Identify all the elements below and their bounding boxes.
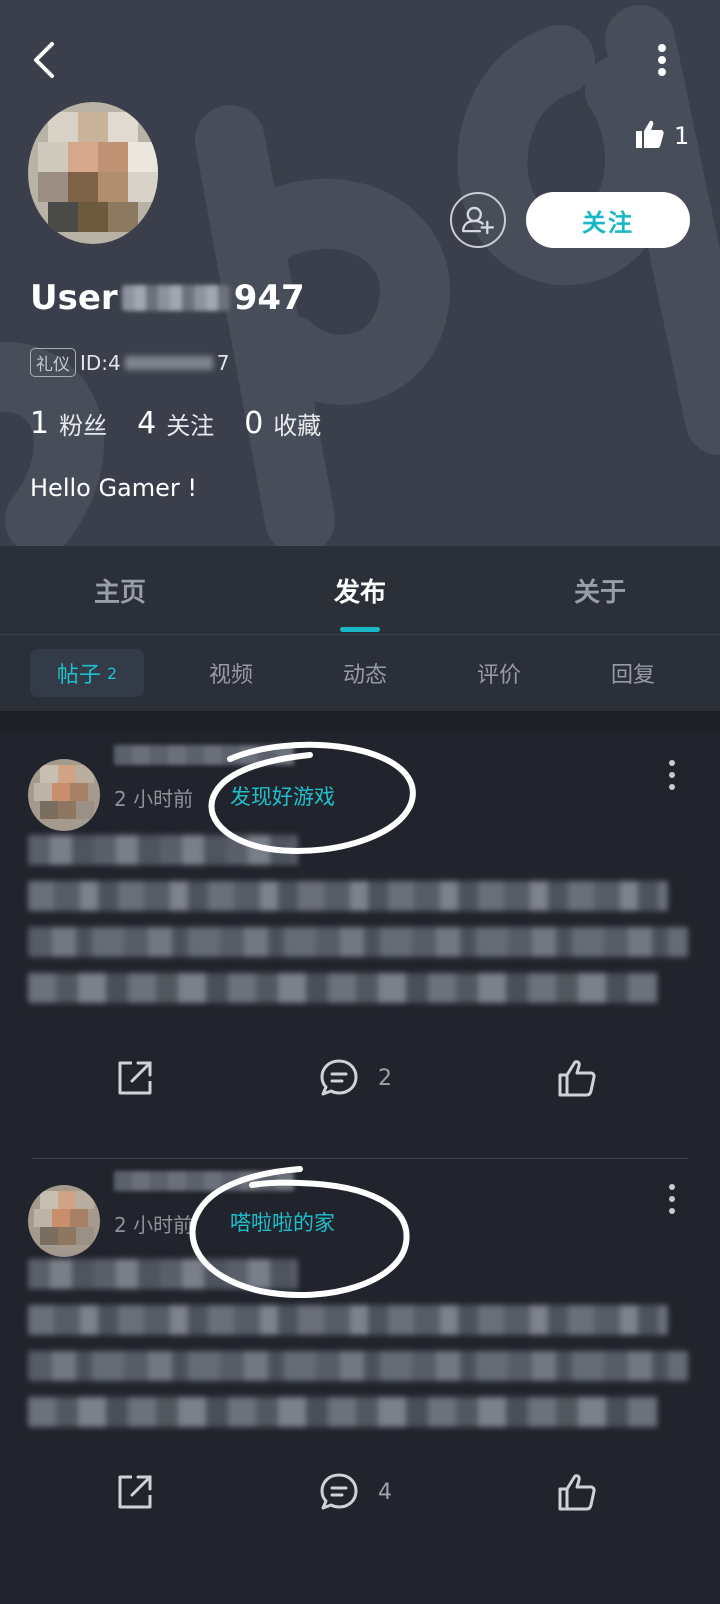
profile-avatar[interactable] bbox=[28, 102, 158, 244]
post-author-avatar[interactable] bbox=[28, 759, 100, 831]
user-id-redaction bbox=[124, 355, 213, 370]
post-card[interactable]: 2 小时前 发现好游戏 2 bbox=[0, 731, 720, 1159]
thumbs-up-icon bbox=[558, 1060, 596, 1097]
post-time: 2 小时前 bbox=[114, 787, 194, 811]
like-button[interactable] bbox=[556, 1471, 598, 1513]
post-group-link[interactable]: 发现好游戏 bbox=[230, 781, 335, 811]
subtab-replies[interactable]: 回复 bbox=[566, 649, 700, 697]
user-id-suffix: 7 bbox=[216, 350, 230, 375]
share-icon bbox=[118, 1061, 152, 1095]
watermark-logo bbox=[0, 5, 720, 546]
profile-tabs: 主页 发布 关于 bbox=[0, 546, 720, 634]
more-vertical-icon[interactable] bbox=[664, 757, 680, 793]
more-vertical-icon[interactable] bbox=[650, 40, 674, 80]
etiquette-badge[interactable]: 礼仪 bbox=[30, 348, 76, 377]
follow-button[interactable]: 关注 bbox=[526, 192, 690, 248]
share-icon bbox=[118, 1475, 152, 1509]
back-arrow-icon[interactable] bbox=[26, 38, 62, 82]
section-gap bbox=[0, 711, 720, 731]
profile-bio: Hello Gamer ! bbox=[30, 474, 198, 502]
comment-count: 2 bbox=[378, 1065, 392, 1091]
user-id-row: 礼仪 ID:4 7 bbox=[30, 348, 230, 377]
favorites-count[interactable]: 0 bbox=[244, 406, 263, 441]
more-vertical-icon[interactable] bbox=[664, 1181, 680, 1217]
share-button[interactable] bbox=[114, 1057, 156, 1099]
subtab-threads[interactable]: 帖子 2 bbox=[30, 649, 144, 697]
post-group-link[interactable]: 嗒啦啦的家 bbox=[230, 1207, 335, 1237]
tab-posts[interactable]: 发布 bbox=[240, 546, 480, 634]
comment-button[interactable]: 2 bbox=[318, 1057, 392, 1099]
like-count: 1 bbox=[674, 122, 690, 150]
username-redaction bbox=[121, 285, 230, 311]
username-prefix: User bbox=[30, 278, 118, 318]
post-author-avatar[interactable] bbox=[28, 1185, 100, 1257]
post-time: 2 小时前 bbox=[114, 1213, 194, 1237]
profile-header: 1 关注 User 947 礼仪 ID:4 7 1 粉丝 4 关注 0 收藏 H… bbox=[0, 0, 720, 546]
thumbs-up-icon bbox=[558, 1474, 596, 1511]
like-button[interactable] bbox=[556, 1057, 598, 1099]
tab-about[interactable]: 关于 bbox=[480, 546, 720, 634]
followers-label[interactable]: 粉丝 bbox=[59, 406, 107, 441]
favorites-label[interactable]: 收藏 bbox=[273, 406, 321, 441]
comment-icon bbox=[320, 1059, 358, 1096]
profile-stats: 1 粉丝 4 关注 0 收藏 bbox=[30, 406, 351, 441]
following-count[interactable]: 4 bbox=[137, 406, 156, 441]
content-subtabs: 帖子 2 视频 动态 评价 回复 bbox=[0, 635, 720, 711]
add-user-icon[interactable] bbox=[450, 192, 506, 248]
comment-count: 4 bbox=[378, 1479, 392, 1505]
subtab-threads-label: 帖子 bbox=[56, 663, 101, 688]
post-author-name-redacted[interactable] bbox=[114, 1171, 294, 1191]
comment-button[interactable]: 4 bbox=[318, 1471, 392, 1513]
post-content-redacted[interactable] bbox=[28, 1259, 688, 1443]
followers-count[interactable]: 1 bbox=[30, 406, 49, 441]
username-suffix: 947 bbox=[233, 278, 305, 318]
following-label[interactable]: 关注 bbox=[166, 406, 214, 441]
post-content-redacted[interactable] bbox=[28, 835, 688, 1019]
subtab-videos[interactable]: 视频 bbox=[164, 649, 298, 697]
post-card[interactable]: 2 小时前 嗒啦啦的家 4 bbox=[0, 1159, 720, 1604]
username: User 947 bbox=[30, 278, 305, 318]
comment-icon bbox=[320, 1473, 358, 1510]
subtab-moments[interactable]: 动态 bbox=[298, 649, 432, 697]
tab-home[interactable]: 主页 bbox=[0, 546, 240, 634]
post-author-name-redacted[interactable] bbox=[114, 745, 294, 765]
share-button[interactable] bbox=[114, 1471, 156, 1513]
thumbs-up-icon[interactable] bbox=[634, 118, 666, 150]
subtab-reviews[interactable]: 评价 bbox=[432, 649, 566, 697]
subtab-threads-count: 2 bbox=[106, 663, 118, 683]
user-id-prefix: ID:4 bbox=[80, 350, 121, 375]
